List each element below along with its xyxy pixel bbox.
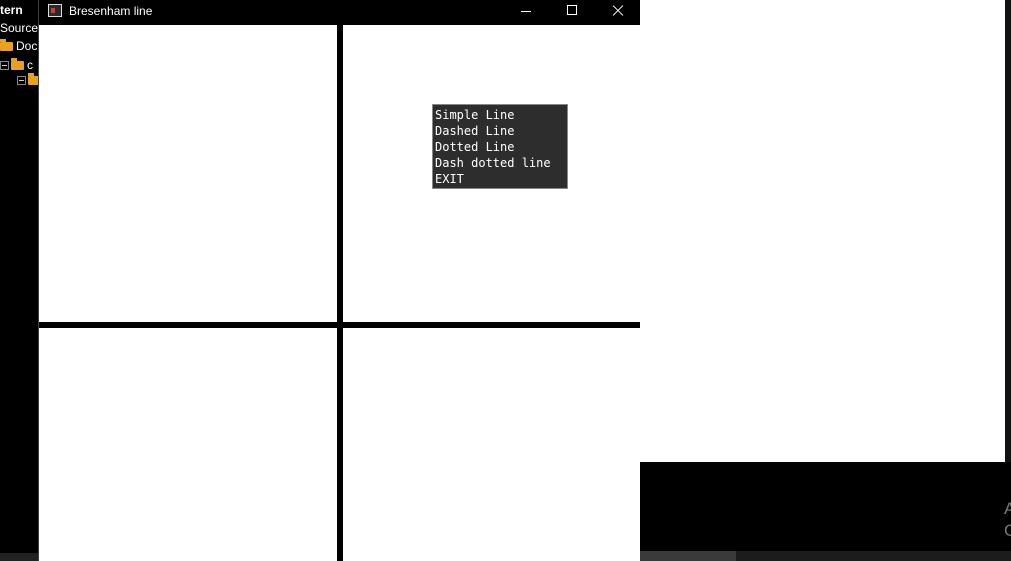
bresenham-window: Bresenham line Simple Line Dashed Line D… (38, 0, 640, 561)
vertical-axis-line (337, 25, 343, 561)
window-titlebar[interactable]: Bresenham line (39, 0, 640, 24)
watermark-line-2: G (1004, 521, 1011, 540)
minimize-button[interactable] (503, 0, 549, 24)
editor-vertical-scrollbar[interactable] (1005, 0, 1011, 462)
window-title: Bresenham line (69, 4, 153, 18)
collapse-toggle-icon[interactable] (17, 76, 26, 85)
line-style-popup-menu: Simple Line Dashed Line Dotted Line Dash… (432, 104, 568, 189)
horizontal-axis-line (39, 322, 640, 328)
activation-watermark: A G (1004, 498, 1011, 542)
open-folder-icon (0, 38, 13, 51)
ide-tree-item-doc[interactable]: Doc (0, 38, 38, 53)
menu-item-simple-line[interactable]: Simple Line (433, 107, 567, 123)
desktop-screen: tern Sources Doc c A G Bresenham line Si… (0, 0, 1011, 561)
app-icon (48, 4, 62, 17)
ide-sources-node[interactable]: Sources (0, 21, 40, 35)
menu-item-dashed-line[interactable]: Dashed Line (433, 123, 567, 139)
ide-pane-title: tern (0, 3, 23, 17)
ide-tree-item-label: Doc (16, 39, 38, 53)
menu-item-exit[interactable]: EXIT (433, 171, 567, 187)
ide-horizontal-scrollbar[interactable] (0, 553, 40, 561)
menu-item-dotted-line[interactable]: Dotted Line (433, 139, 567, 155)
collapse-toggle-icon[interactable] (0, 60, 9, 70)
watermark-line-1: A (1004, 499, 1011, 518)
ide-project-pane: tern Sources Doc c (0, 0, 40, 561)
open-folder-icon (11, 57, 24, 70)
drawing-canvas[interactable]: Simple Line Dashed Line Dotted Line Dash… (39, 25, 640, 561)
maximize-button[interactable] (549, 0, 595, 24)
editor-panel (640, 0, 1005, 462)
close-button[interactable] (595, 0, 641, 24)
ide-tree-item-sub-label: c (27, 58, 33, 72)
ide-tree-item-nested[interactable] (17, 73, 40, 85)
menu-item-dash-dotted-line[interactable]: Dash dotted line (433, 155, 567, 171)
ide-tree-item-sub[interactable]: c (0, 57, 33, 72)
scrollbar-thumb[interactable] (640, 551, 736, 561)
